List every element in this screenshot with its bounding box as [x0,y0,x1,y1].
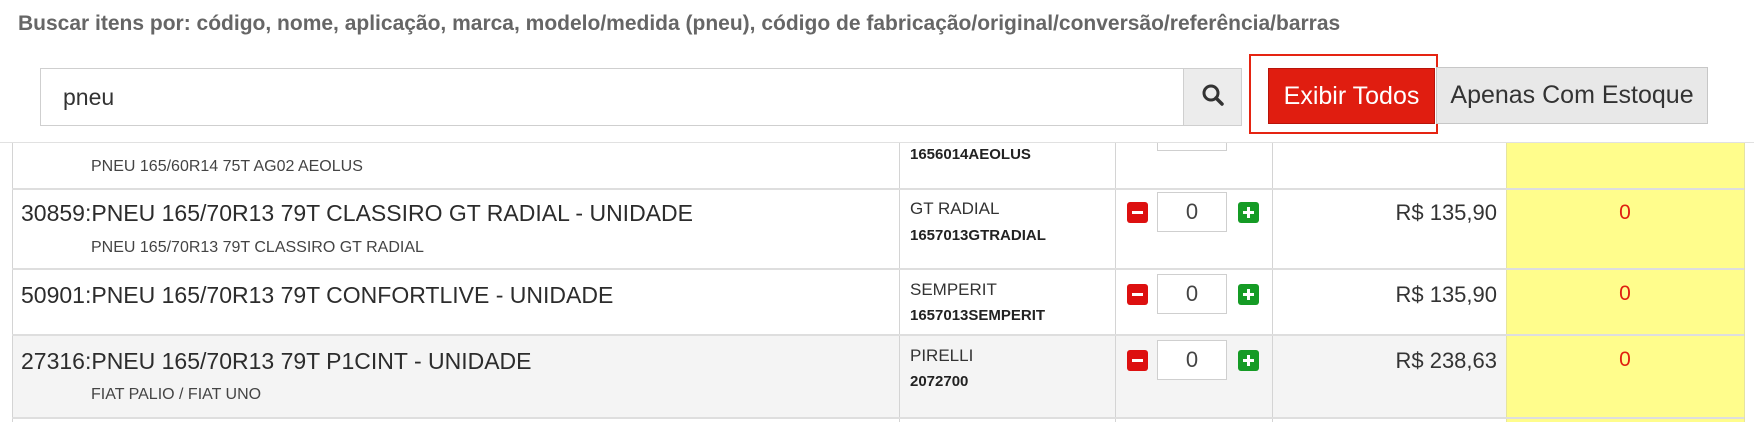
column-divider-brand [899,143,900,422]
item-brand: SEMPERIT [910,280,997,299]
item-brand: PIRELLI [910,346,974,365]
quantity-input[interactable] [1157,274,1227,314]
plus-icon [1242,354,1255,367]
row-divider [12,334,1744,336]
item-title: 50901:PNEU 165/70R13 79T CONFORTLIVE - U… [21,282,614,308]
increase-quantity-button[interactable] [1238,202,1259,223]
quantity-input[interactable] [1157,340,1227,380]
table-border-right [1744,143,1745,422]
item-stock: 0 [1619,282,1631,305]
plus-icon [1242,288,1255,301]
item-title: 27316:PNEU 165/70R13 79T P1CINT - UNIDAD… [21,348,532,374]
search-input[interactable] [40,68,1183,126]
column-divider-price [1272,143,1273,422]
item-price: R$ 135,90 [1395,200,1497,225]
item-description: FIAT PALIO / FIAT UNO [91,386,262,403]
quantity-input[interactable] [1157,192,1227,232]
row-divider [12,188,1744,190]
in-stock-only-button[interactable]: Apenas Com Estoque [1436,67,1708,124]
item-price: R$ 135,90 [1395,282,1497,307]
search-label: Buscar itens por: código, nome, aplicaçã… [18,12,1341,35]
increase-quantity-button[interactable] [1238,284,1259,305]
minus-icon [1131,288,1144,301]
table-border-left [12,143,13,422]
minus-icon [1131,354,1144,367]
decrease-quantity-button[interactable] [1127,202,1148,223]
item-description: PNEU 165/70R13 79T CLASSIRO GT RADIAL [91,239,424,256]
item-title: 30859:PNEU 165/70R13 79T CLASSIRO GT RAD… [21,200,693,226]
search-button[interactable] [1183,68,1242,126]
row-divider [12,417,1744,419]
item-price: R$ 238,63 [1395,348,1497,373]
item-code: 2072700 [910,373,969,390]
item-description: PNEU 165/60R14 75T AG02 AEOLUS [91,158,363,175]
minus-icon [1131,206,1144,219]
item-stock: 0 [1619,348,1631,371]
item-stock: 0 [1619,201,1631,224]
search-icon [1201,83,1225,112]
item-code: 1657013SEMPERIT [910,307,1046,324]
item-code: 1657013GTRADIAL [910,227,1046,244]
column-divider-qty [1115,143,1116,422]
item-brand: GT RADIAL [910,199,1000,218]
row-divider [12,268,1744,270]
plus-icon [1242,206,1255,219]
decrease-quantity-button[interactable] [1127,350,1148,371]
decrease-quantity-button[interactable] [1127,284,1148,305]
increase-quantity-button[interactable] [1238,350,1259,371]
show-all-button[interactable]: Exibir Todos [1268,68,1435,124]
quantity-input[interactable] [1157,143,1227,151]
item-code: 1656014AEOLUS [910,146,1031,163]
header-divider [0,142,1754,143]
